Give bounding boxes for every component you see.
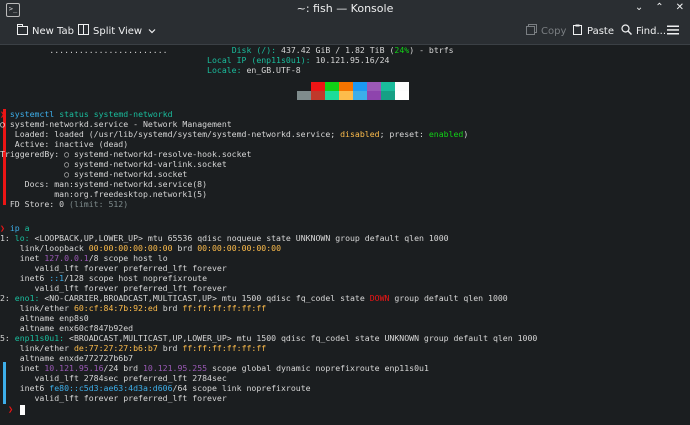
color-palette-row2 — [297, 91, 409, 100]
palette-swatch — [367, 82, 381, 91]
output-line: inet6 ::1/128 scope host noprefixroute — [0, 273, 208, 283]
output-line: inet 10.121.95.16/24 brd 10.121.95.255 s… — [0, 363, 429, 373]
output-line: link/ether de:77:27:27:b6:b7 brd ff:ff:f… — [0, 343, 267, 353]
new-tab-icon — [16, 24, 28, 38]
output-line: altname enx60cf847b92ed — [0, 323, 134, 333]
palette-swatch — [353, 82, 367, 91]
output-line: man:org.freedesktop.network1(5) — [0, 189, 208, 199]
paste-icon — [571, 24, 583, 38]
palette-swatch — [353, 91, 367, 100]
chevron-down-icon — [146, 25, 158, 38]
palette-swatch — [311, 82, 325, 91]
output-line: Active: inactive (dead) — [0, 139, 129, 149]
prompt-arrow-icon: ❯ — [8, 405, 14, 415]
palette-swatch — [311, 91, 325, 100]
output-line: 2: eno1: <NO-CARRIER,BROADCAST,MULTICAST… — [0, 293, 508, 303]
hamburger-menu-icon — [667, 25, 679, 38]
output-line: valid_lft forever preferred_lft forever — [0, 393, 227, 403]
palette-swatch — [297, 91, 311, 100]
output-line: altname enp8s0 — [0, 313, 89, 323]
hamburger-menu-button[interactable] — [667, 24, 679, 38]
find-label: Find... — [636, 25, 667, 37]
find-button[interactable]: Find... — [620, 24, 666, 38]
palette-swatch — [395, 82, 409, 91]
output-line: valid_lft forever preferred_lft forever — [0, 263, 227, 273]
prompt-line: ❯ ip a — [0, 223, 30, 233]
new-tab-label: New Tab — [32, 25, 74, 37]
palette-swatch — [395, 91, 409, 100]
palette-swatch — [325, 82, 339, 91]
maximize-icon[interactable]: ⌃ — [655, 2, 663, 13]
output-line: Loaded: loaded (/usr/lib/systemd/system/… — [0, 129, 469, 139]
color-palette-row1 — [297, 82, 409, 91]
copy-icon — [525, 24, 537, 38]
output-line: valid_lft forever preferred_lft forever — [0, 283, 227, 293]
palette-swatch — [381, 82, 395, 91]
paste-button[interactable]: Paste — [571, 24, 614, 38]
local-ip-line: Local IP (enp11s0u1): 10.121.95.16/24 — [207, 55, 390, 65]
toolbar: New Tab Split View Copy Paste Find... — [0, 18, 690, 45]
output-line: altname enxde772727b6b7 — [0, 353, 134, 363]
output-line: inet6 fe80::c5d3:ae63:4d3a:d606/64 scope… — [0, 383, 311, 393]
copy-label: Copy — [541, 25, 567, 37]
paste-label: Paste — [587, 25, 614, 37]
output-line: inet 127.0.0.1/8 scope host lo — [0, 253, 168, 263]
search-icon — [620, 24, 632, 38]
palette-swatch — [339, 91, 353, 100]
output-line: ○ systemd-networkd.socket — [0, 169, 188, 179]
output-line: Docs: man:systemd-networkd.service(8) — [0, 179, 208, 189]
output-line: link/loopback 00:00:00:00:00:00 brd 00:0… — [0, 243, 282, 253]
window-title: ~: fish — Konsole — [296, 2, 394, 15]
split-view-button[interactable]: Split View — [77, 24, 158, 38]
output-line: ○ systemd-networkd.service - Network Man… — [0, 119, 232, 129]
minimize-icon[interactable]: ⌄ — [635, 2, 643, 13]
close-icon[interactable]: ✕ — [676, 2, 684, 13]
output-line: link/ether 60:cf:84:7b:92:ed brd ff:ff:f… — [0, 303, 267, 313]
output-line: TriggeredBy: ○ systemd-networkd-resolve-… — [0, 149, 252, 159]
output-line: ○ systemd-networkd-varlink.socket — [0, 159, 227, 169]
split-view-icon — [77, 24, 89, 38]
sysinfo-line: ........................ Disk (/): 437.4… — [49, 45, 454, 55]
split-view-label: Split View — [93, 25, 143, 37]
terminal-view[interactable]: ........................ Disk (/): 437.4… — [0, 45, 690, 425]
palette-swatch — [297, 82, 311, 91]
prompt-line: ❯ systemctl status systemd-networkd — [0, 109, 173, 119]
output-line: valid_lft 2784sec preferred_lft 2784sec — [0, 373, 227, 383]
copy-button[interactable]: Copy — [525, 24, 566, 38]
new-tab-button[interactable]: New Tab — [16, 24, 74, 38]
palette-swatch — [381, 91, 395, 100]
title-bar: >_ ~: fish — Konsole ⌄ ⌃ ✕ — [0, 0, 690, 18]
palette-swatch — [339, 82, 353, 91]
output-line: 5: enp11s0u1: <BROADCAST,MULTICAST,UP,LO… — [0, 333, 538, 343]
locale-line: Locale: en_GB.UTF-8 — [207, 65, 301, 75]
palette-swatch — [367, 91, 381, 100]
output-line: FD Store: 0 (limit: 512) — [0, 199, 129, 209]
output-line: 1: lo: <LOOPBACK,UP,LOWER_UP> mtu 65536 … — [0, 233, 449, 243]
terminal-cursor — [20, 405, 25, 415]
palette-swatch — [325, 91, 339, 100]
